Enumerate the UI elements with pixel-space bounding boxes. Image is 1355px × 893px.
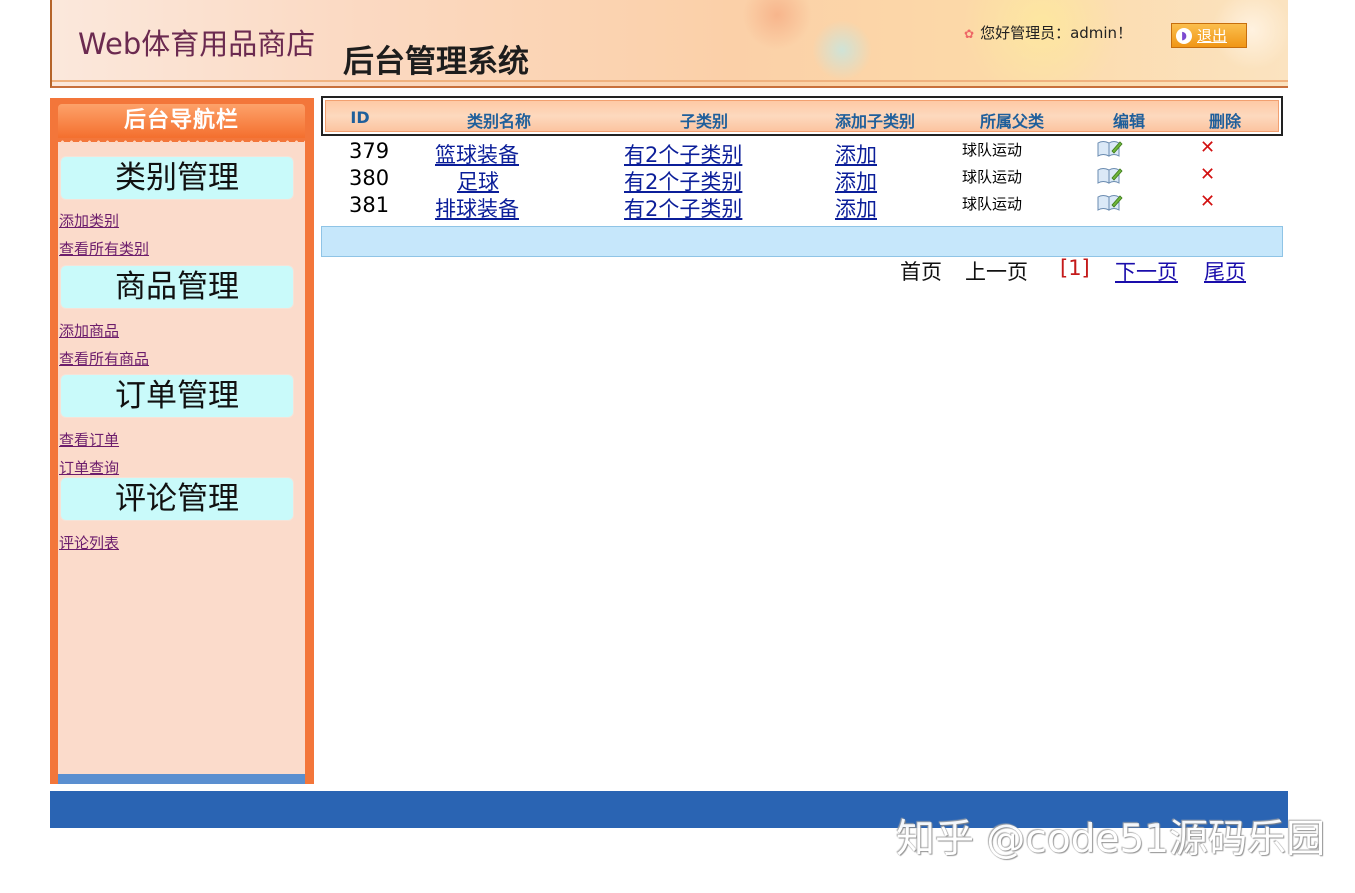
admin-greeting: ✿ 您好管理员：admin！ — [964, 22, 1132, 43]
column-header-id: ID — [350, 108, 370, 127]
column-header-delete: 删除 — [1208, 112, 1242, 131]
system-title: 后台管理系统 — [343, 44, 529, 80]
cell-category-name-link[interactable]: 篮球装备 — [435, 139, 519, 169]
cell-category-name-link[interactable]: 排球装备 — [435, 193, 519, 223]
cell-subcategory-link[interactable]: 有2个子类别 — [624, 139, 742, 169]
pagination-prev: 上一页 — [965, 260, 1028, 284]
pagination-last-link[interactable]: 尾页 — [1204, 256, 1246, 286]
sidebar-footer-bar — [58, 774, 305, 784]
pagination-next-link[interactable]: 下一页 — [1115, 256, 1178, 286]
cell-add-subcategory-link[interactable]: 添加 — [835, 139, 877, 169]
category-table-header: ID 类别名称 子类别 添加子类别 所属父类 编辑 删除 — [321, 96, 1283, 136]
cell-id: 381 — [349, 193, 390, 217]
edit-icon[interactable] — [1097, 139, 1123, 157]
sidebar-dots-divider — [58, 139, 305, 145]
delete-icon[interactable]: ✕ — [1200, 164, 1215, 185]
sidebar-link-all-products[interactable]: 查看所有商品 — [59, 348, 149, 369]
delete-icon[interactable]: ✕ — [1200, 191, 1215, 212]
cell-subcategory-link[interactable]: 有2个子类别 — [624, 193, 742, 223]
flower-icon: ✿ — [964, 27, 975, 41]
sidebar-link-order-search[interactable]: 订单查询 — [59, 457, 119, 478]
cell-add-subcategory-link[interactable]: 添加 — [835, 166, 877, 196]
column-header-category-name: 类别名称 — [466, 112, 532, 131]
header-decoration — [742, 0, 812, 50]
column-header-parent: 所属父类 — [979, 112, 1045, 131]
edit-icon[interactable] — [1097, 193, 1123, 211]
site-title: Web体育用品商店 — [78, 27, 316, 61]
pagination-first: 首页 — [900, 260, 942, 284]
cell-category-name-link[interactable]: 足球 — [457, 166, 499, 196]
delete-icon[interactable]: ✕ — [1200, 137, 1215, 158]
section-order-management: 订单管理 — [60, 374, 294, 418]
cell-parent: 球队运动 — [962, 141, 1023, 159]
sidebar: 后台导航栏 类别管理 添加类别 查看所有类别 商品管理 添加商品 查看所有商品 … — [50, 98, 314, 784]
column-header-subcategory: 子类别 — [679, 112, 729, 131]
sidebar-link-view-orders[interactable]: 查看订单 — [59, 429, 119, 450]
cell-id: 380 — [349, 166, 390, 190]
column-header-add-subcategory: 添加子类别 — [834, 112, 916, 131]
logout-label: 退出 — [1197, 27, 1228, 45]
greeting-text: 您好管理员：admin！ — [980, 24, 1133, 42]
section-product-management: 商品管理 — [60, 265, 294, 309]
logout-icon: ◗ — [1176, 27, 1192, 44]
header-decoration — [812, 20, 872, 80]
table-footer-band — [321, 226, 1283, 257]
logout-button[interactable]: ◗ 退出 — [1171, 23, 1247, 48]
cell-parent: 球队运动 — [962, 195, 1023, 213]
sidebar-link-comment-list[interactable]: 评论列表 — [59, 532, 119, 553]
sidebar-title: 后台导航栏 — [58, 104, 305, 138]
section-category-management: 类别管理 — [60, 156, 294, 200]
pagination-current-page: [1] — [1060, 256, 1090, 280]
header-divider — [52, 80, 1288, 82]
sidebar-link-add-category[interactable]: 添加类别 — [59, 210, 119, 231]
header-decoration — [952, 0, 1132, 86]
watermark: 知乎 @code51源码乐园 — [896, 817, 1326, 862]
cell-parent: 球队运动 — [962, 168, 1023, 186]
column-header-edit: 编辑 — [1112, 112, 1146, 131]
page-header: Web体育用品商店 后台管理系统 ✿ 您好管理员：admin！ ◗ 退出 — [50, 0, 1288, 88]
section-comment-management: 评论管理 — [60, 477, 294, 521]
cell-subcategory-link[interactable]: 有2个子类别 — [624, 166, 742, 196]
cell-add-subcategory-link[interactable]: 添加 — [835, 193, 877, 223]
edit-icon[interactable] — [1097, 166, 1123, 184]
sidebar-link-all-categories[interactable]: 查看所有类别 — [59, 238, 149, 259]
sidebar-link-add-product[interactable]: 添加商品 — [59, 320, 119, 341]
cell-id: 379 — [349, 139, 390, 163]
